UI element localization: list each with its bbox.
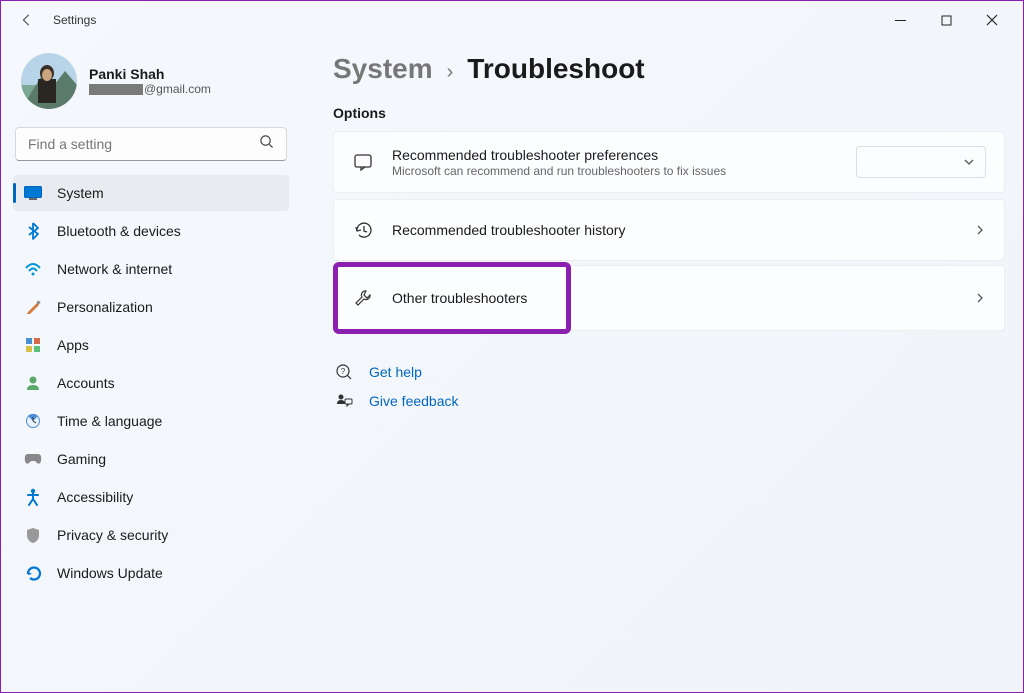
card-subtitle: Microsoft can recommend and run troubles… [392, 164, 844, 178]
svg-text:?: ? [341, 367, 346, 376]
sidebar-item-privacy[interactable]: Privacy & security [13, 517, 289, 553]
redacted-email-local [89, 84, 143, 95]
sidebar-item-label: Network & internet [57, 261, 172, 277]
profile-email: @gmail.com [89, 82, 211, 96]
sidebar-item-label: Gaming [57, 451, 106, 467]
wrench-icon [352, 288, 374, 308]
breadcrumb: System › Troubleshoot [333, 53, 1005, 85]
sidebar-item-accessibility[interactable]: Accessibility [13, 479, 289, 515]
search-box[interactable] [15, 127, 287, 161]
sidebar-item-label: Apps [57, 337, 89, 353]
sidebar-item-gaming[interactable]: Gaming [13, 441, 289, 477]
sidebar-item-accounts[interactable]: Accounts [13, 365, 289, 401]
sidebar-item-label: Privacy & security [57, 527, 168, 543]
card-troubleshooter-preferences[interactable]: Recommended troubleshooter preferences M… [333, 131, 1005, 193]
give-feedback-link[interactable]: Give feedback [333, 387, 1005, 415]
sidebar-item-label: Windows Update [57, 565, 163, 581]
privacy-icon [23, 525, 43, 545]
chevron-right-icon [974, 224, 986, 236]
card-title: Recommended troubleshooter history [392, 222, 962, 238]
history-icon [352, 220, 374, 240]
minimize-icon [895, 15, 906, 26]
email-domain: @gmail.com [144, 82, 211, 96]
search-icon [259, 134, 274, 154]
update-icon [23, 563, 43, 583]
gaming-icon [23, 449, 43, 469]
minimize-button[interactable] [877, 4, 923, 36]
apps-icon [23, 335, 43, 355]
card-troubleshooter-history[interactable]: Recommended troubleshooter history [333, 199, 1005, 261]
back-button[interactable] [9, 2, 45, 38]
maximize-icon [941, 15, 952, 26]
breadcrumb-parent[interactable]: System [333, 53, 433, 85]
section-heading: Options [333, 105, 1005, 121]
get-help-link[interactable]: ? Get help [333, 357, 1005, 387]
sidebar-item-label: Personalization [57, 299, 153, 315]
chat-icon [352, 152, 374, 172]
nav-list: System Bluetooth & devices Network & int… [13, 175, 289, 591]
sidebar-item-network[interactable]: Network & internet [13, 251, 289, 287]
preferences-dropdown[interactable] [856, 146, 986, 178]
sidebar-item-personalization[interactable]: Personalization [13, 289, 289, 325]
bluetooth-icon [23, 221, 43, 241]
link-text: Give feedback [369, 393, 459, 409]
sidebar-item-label: Accessibility [57, 489, 133, 505]
sidebar-item-system[interactable]: System [13, 175, 289, 211]
card-title: Other troubleshooters [392, 290, 962, 306]
profile-block[interactable]: Panki Shah @gmail.com [13, 49, 289, 123]
sidebar-item-bluetooth[interactable]: Bluetooth & devices [13, 213, 289, 249]
accessibility-icon [23, 487, 43, 507]
chevron-right-icon: › [447, 61, 454, 84]
time-icon [23, 411, 43, 431]
sidebar-item-label: Time & language [57, 413, 162, 429]
window-controls [877, 4, 1015, 36]
profile-name: Panki Shah [89, 66, 211, 82]
sidebar-item-label: System [57, 185, 104, 201]
personalization-icon [23, 297, 43, 317]
link-text: Get help [369, 364, 422, 380]
accounts-icon [23, 373, 43, 393]
system-icon [23, 183, 43, 203]
network-icon [23, 259, 43, 279]
search-input[interactable] [28, 136, 259, 152]
footer-links: ? Get help Give feedback [333, 357, 1005, 415]
card-title: Recommended troubleshooter preferences [392, 147, 844, 163]
sidebar-item-label: Accounts [57, 375, 115, 391]
window-title: Settings [53, 13, 96, 27]
sidebar-item-label: Bluetooth & devices [57, 223, 181, 239]
chevron-right-icon [974, 292, 986, 304]
sidebar-item-apps[interactable]: Apps [13, 327, 289, 363]
help-icon: ? [333, 363, 355, 381]
avatar [21, 53, 77, 109]
maximize-button[interactable] [923, 4, 969, 36]
page-title: Troubleshoot [467, 53, 644, 85]
sidebar: Panki Shah @gmail.com System Bluetooth &… [1, 39, 301, 692]
main-content: System › Troubleshoot Options Recommende… [301, 39, 1023, 692]
sidebar-item-time[interactable]: Time & language [13, 403, 289, 439]
sidebar-item-update[interactable]: Windows Update [13, 555, 289, 591]
back-arrow-icon [20, 13, 34, 27]
close-button[interactable] [969, 4, 1015, 36]
card-other-troubleshooters[interactable]: Other troubleshooters [333, 265, 1005, 331]
feedback-icon [333, 393, 355, 409]
titlebar: Settings [1, 1, 1023, 39]
close-icon [986, 14, 998, 26]
chevron-down-icon [963, 156, 975, 168]
